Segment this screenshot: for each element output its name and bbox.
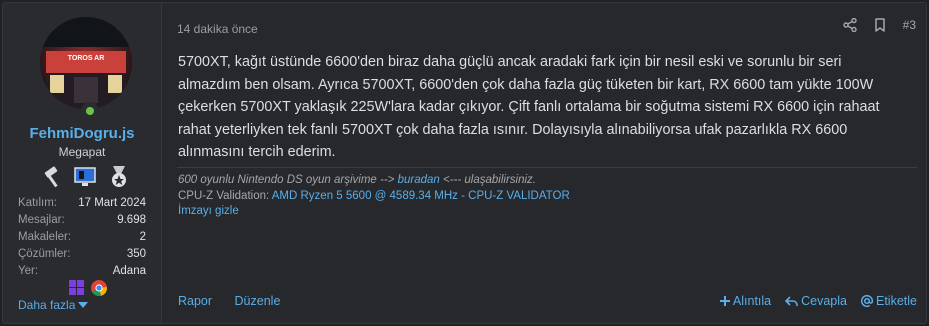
at-icon <box>861 295 873 307</box>
stat-joined: Katılım: 17 Mart 2024 <box>18 195 146 212</box>
post-body: 5700XT, kağıt üstünde 6600'den biraz dah… <box>178 54 880 161</box>
post-timestamp[interactable]: 14 dakika önce <box>177 22 258 36</box>
report-button[interactable]: Rapor <box>178 294 212 308</box>
signature-line-2: CPU-Z Validation: AMD Ryzen 5 5600 @ 458… <box>178 189 570 205</box>
stat-messages: Mesajlar: 9.698 <box>18 212 146 229</box>
post-footer-right: Alıntıla Cevapla Etiketle <box>719 294 917 308</box>
avatar-sign-text: TOROS AR <box>68 55 105 62</box>
avatar[interactable]: TOROS AR <box>40 17 132 109</box>
stat-location: Yer: Adana <box>18 263 146 280</box>
hammer-icon[interactable] <box>41 165 65 189</box>
cpuz-link[interactable]: AMD Ryzen 5 5600 @ 4589.34 MHz - CPU-Z V… <box>272 190 570 202</box>
archive-link[interactable]: buradan <box>398 174 440 186</box>
stat-value[interactable]: Adana <box>113 263 146 280</box>
os-browser-icons <box>69 279 109 297</box>
stat-value: 17 Mart 2024 <box>78 197 146 209</box>
stat-value[interactable]: 2 <box>140 229 146 246</box>
more-label: Daha fazla <box>18 298 76 312</box>
share-icon[interactable] <box>842 17 857 33</box>
reply-button[interactable]: Cevapla <box>785 294 847 308</box>
post-container: TOROS AR FehmiDogru.js Megapat Katılım: … <box>2 2 927 324</box>
reply-label: Cevapla <box>801 294 847 308</box>
plus-icon <box>719 296 730 306</box>
user-badges <box>41 165 131 189</box>
windows-icon <box>69 280 84 295</box>
user-title: Megapat <box>58 145 106 159</box>
online-status-icon <box>81 102 99 120</box>
bookmark-icon[interactable] <box>873 18 887 32</box>
user-panel: TOROS AR FehmiDogru.js Megapat Katılım: … <box>3 3 162 323</box>
chrome-icon <box>91 280 107 297</box>
more-info-toggle[interactable]: Daha fazla <box>18 298 89 312</box>
signature-text: <--- ulaşabilirsiniz. <box>439 174 536 186</box>
stat-label: Yer: <box>18 265 39 277</box>
signature-line-1: 600 oyunlu Nintendo DS oyun arşivime -->… <box>178 173 570 189</box>
edit-button[interactable]: Düzenle <box>235 294 281 308</box>
signature: 600 oyunlu Nintendo DS oyun arşivime -->… <box>178 173 570 220</box>
stat-value[interactable]: 350 <box>127 246 146 263</box>
post-header-tools: #3 <box>842 17 916 33</box>
quote-label: Alıntıla <box>732 294 772 308</box>
reply-icon <box>785 295 798 306</box>
stat-label: Mesajlar: <box>18 214 65 226</box>
stat-label: Katılım: <box>18 197 57 209</box>
signature-divider <box>177 167 917 168</box>
tag-button[interactable]: Etiketle <box>861 294 917 308</box>
tag-label: Etiketle <box>876 294 917 308</box>
post-main: 14 dakika önce #3 5700XT, kağıt üstünde … <box>162 3 926 323</box>
stat-label: Makaleler: <box>18 231 72 243</box>
signature-text: 600 oyunlu Nintendo DS oyun arşivime --> <box>178 174 398 186</box>
user-stats: Katılım: 17 Mart 2024 Mesajlar: 9.698 Ma… <box>18 195 146 280</box>
stat-label: Çözümler: <box>18 248 71 260</box>
monitor-icon[interactable] <box>73 165 97 189</box>
hide-signature-link[interactable]: İmzayı gizle <box>178 204 570 220</box>
caret-down-icon <box>78 302 89 308</box>
post-footer-left: Rapor Düzenle <box>178 294 299 308</box>
stat-solutions: Çözümler: 350 <box>18 246 146 263</box>
medal-icon[interactable] <box>107 165 131 189</box>
username-link[interactable]: FehmiDogru.js <box>3 125 161 142</box>
post-number[interactable]: #3 <box>903 18 916 32</box>
stat-articles: Makaleler: 2 <box>18 229 146 246</box>
stat-value[interactable]: 9.698 <box>117 212 146 229</box>
quote-button[interactable]: Alıntıla <box>719 294 772 308</box>
signature-text: CPU-Z Validation: <box>178 189 272 202</box>
